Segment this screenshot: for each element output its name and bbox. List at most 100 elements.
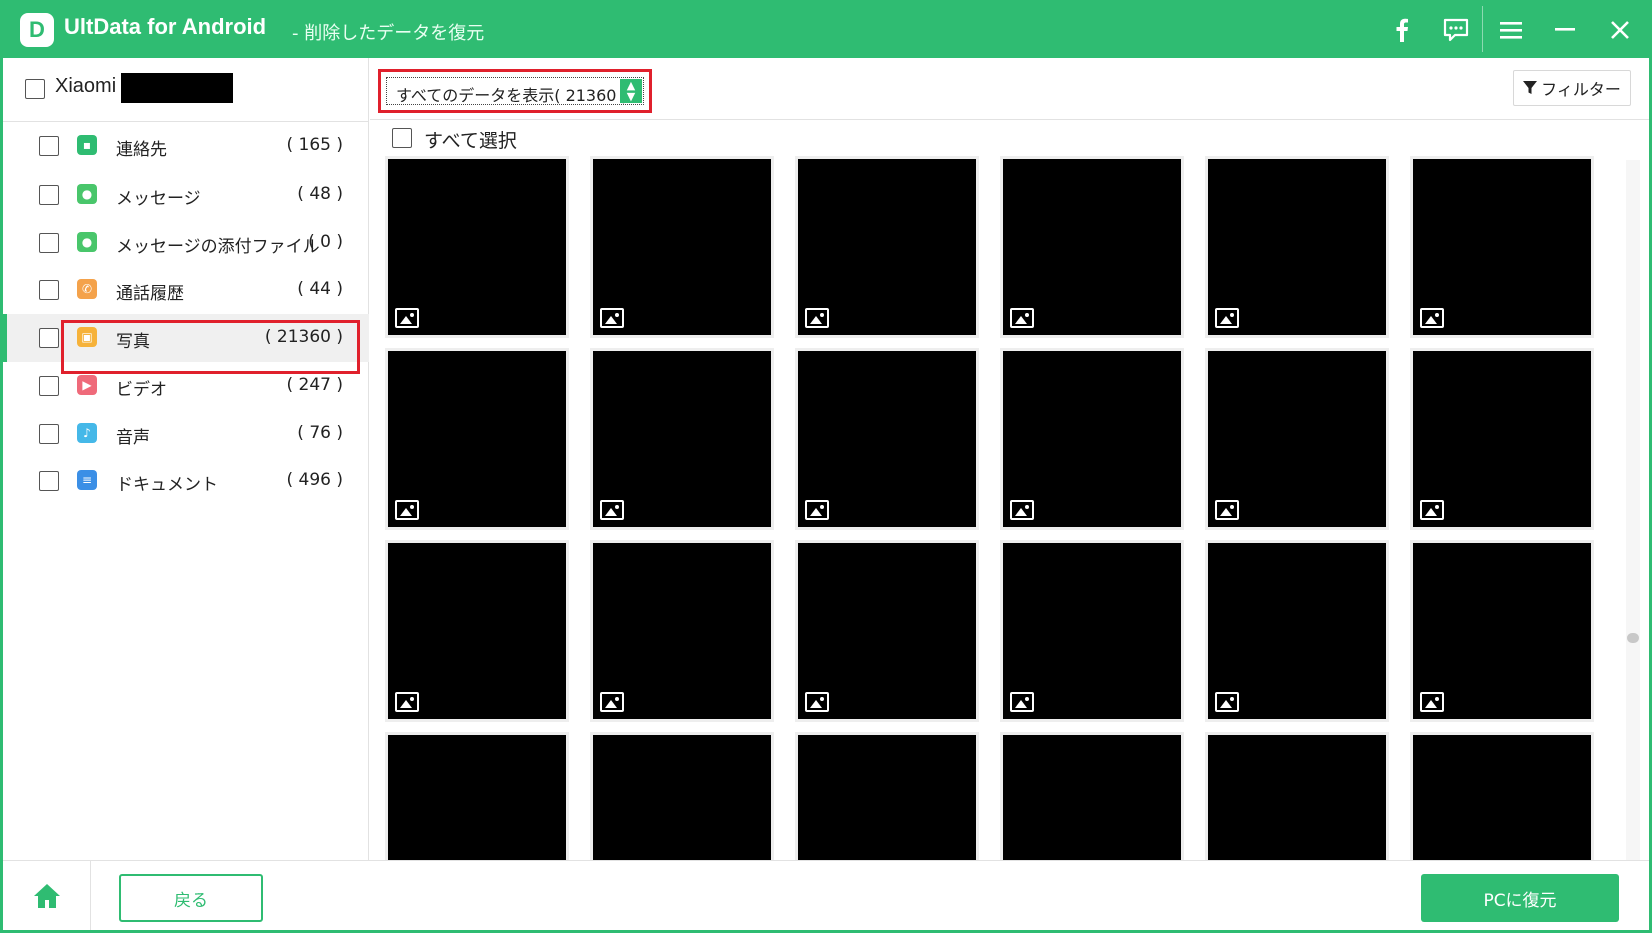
redacted-device-model bbox=[121, 73, 233, 103]
photo-thumbnail[interactable] bbox=[1000, 156, 1184, 338]
scrollbar-thumb[interactable] bbox=[1627, 633, 1639, 643]
photo-thumbnail[interactable] bbox=[1410, 348, 1594, 530]
photo-thumbnail[interactable] bbox=[795, 540, 979, 722]
select-all-checkbox[interactable] bbox=[392, 128, 412, 148]
menu-icon[interactable] bbox=[1489, 8, 1533, 52]
minimize-icon[interactable] bbox=[1543, 8, 1587, 52]
window-subtitle: - 削除したデータを復元 bbox=[292, 23, 485, 44]
image-icon bbox=[805, 500, 829, 520]
home-button[interactable] bbox=[3, 861, 91, 931]
device-row: Xiaomi bbox=[3, 58, 369, 122]
image-icon bbox=[395, 692, 419, 712]
contacts-icon: ▪ bbox=[77, 135, 97, 155]
photo-thumbnail[interactable] bbox=[795, 732, 979, 860]
photo-thumbnail[interactable] bbox=[590, 732, 774, 860]
filter-label: フィルター bbox=[1541, 80, 1621, 99]
category-item[interactable]: ● メッセージの添付ファイル( 0 ) bbox=[3, 219, 369, 267]
photo-thumbnail[interactable] bbox=[590, 156, 774, 338]
category-item[interactable]: ● メッセージ ( 48 ) bbox=[3, 171, 369, 219]
photo-thumbnail[interactable] bbox=[1205, 348, 1389, 530]
attachment-icon: ● bbox=[77, 232, 97, 252]
category-item[interactable]: ▪ 連絡先 ( 165 ) bbox=[3, 122, 369, 170]
window-border-left bbox=[0, 58, 3, 933]
image-icon bbox=[805, 692, 829, 712]
category-checkbox[interactable] bbox=[39, 136, 59, 156]
category-label: メッセージ bbox=[116, 189, 201, 209]
photo-thumbnail[interactable] bbox=[795, 348, 979, 530]
category-label: 通話履歴 bbox=[116, 284, 184, 304]
filter-icon bbox=[1523, 81, 1538, 94]
category-sidebar: Xiaomi ▪ 連絡先 ( 165 ) ● メッセージ ( 48 ) ● メッセージの添付フ… bbox=[3, 58, 369, 860]
photo-category-highlight bbox=[61, 320, 360, 374]
feedback-icon[interactable] bbox=[1434, 8, 1478, 52]
category-label: 音声 bbox=[116, 428, 150, 448]
category-label: ビデオ bbox=[116, 380, 167, 400]
view-select[interactable]: すべてのデータを表示( 21360 ) ▲ ▼ bbox=[386, 77, 644, 105]
category-count: ( 76 ) bbox=[297, 423, 343, 443]
image-icon bbox=[805, 308, 829, 328]
device-name: Xiaomi bbox=[55, 75, 117, 97]
photo-thumbnail[interactable] bbox=[385, 348, 569, 530]
image-icon bbox=[1420, 308, 1444, 328]
facebook-icon[interactable] bbox=[1380, 8, 1424, 52]
photo-thumbnail[interactable] bbox=[590, 540, 774, 722]
app-logo: D bbox=[20, 13, 54, 47]
photo-thumbnail[interactable] bbox=[1205, 540, 1389, 722]
category-item[interactable]: ≡ ドキュメント ( 496 ) bbox=[3, 457, 369, 505]
select-all-label[interactable]: すべて選択 bbox=[424, 126, 517, 153]
photo-thumbnail[interactable] bbox=[1205, 732, 1389, 860]
photo-thumbnail[interactable] bbox=[1410, 156, 1594, 338]
image-icon bbox=[1420, 500, 1444, 520]
image-icon bbox=[1215, 308, 1239, 328]
image-icon bbox=[1010, 500, 1034, 520]
category-count: ( 496 ) bbox=[286, 470, 343, 490]
video-icon: ▶ bbox=[77, 375, 97, 395]
category-label: 連絡先 bbox=[116, 140, 167, 160]
category-label: ドキュメント bbox=[116, 475, 218, 495]
device-checkbox[interactable] bbox=[25, 79, 45, 99]
image-icon bbox=[600, 500, 624, 520]
close-icon[interactable] bbox=[1598, 8, 1642, 52]
photo-grid bbox=[385, 156, 1603, 860]
category-checkbox[interactable] bbox=[39, 376, 59, 396]
category-checkbox[interactable] bbox=[39, 280, 59, 300]
image-icon bbox=[600, 308, 624, 328]
photo-thumbnail[interactable] bbox=[385, 732, 569, 860]
photo-thumbnail[interactable] bbox=[1000, 732, 1184, 860]
app-name: UltData for Android bbox=[64, 14, 267, 39]
view-select-value: すべてのデータを表示( 21360 ) bbox=[396, 86, 628, 105]
image-icon bbox=[600, 692, 624, 712]
photo-thumbnail[interactable] bbox=[1000, 540, 1184, 722]
category-item[interactable]: ✆ 通話履歴 ( 44 ) bbox=[3, 266, 369, 314]
filter-button[interactable]: フィルター bbox=[1513, 70, 1631, 106]
message-icon: ● bbox=[77, 184, 97, 204]
select-arrows-icon[interactable]: ▲ ▼ bbox=[620, 79, 642, 103]
back-button[interactable]: 戻る bbox=[119, 874, 263, 922]
footer-bar: 戻る PCに復元 bbox=[3, 860, 1649, 931]
title-bar: D UltData for Android - 削除したデータを復元 bbox=[0, 0, 1652, 58]
photo-thumbnail[interactable] bbox=[385, 156, 569, 338]
photo-thumbnail[interactable] bbox=[385, 540, 569, 722]
photo-thumbnail[interactable] bbox=[1410, 540, 1594, 722]
grid-scrollbar[interactable] bbox=[1626, 160, 1640, 860]
category-checkbox[interactable] bbox=[39, 233, 59, 253]
image-icon bbox=[1215, 692, 1239, 712]
category-checkbox[interactable] bbox=[39, 424, 59, 444]
category-checkbox[interactable] bbox=[39, 328, 59, 348]
recover-to-pc-button[interactable]: PCに復元 bbox=[1421, 874, 1619, 922]
image-icon bbox=[1010, 308, 1034, 328]
category-count: ( 48 ) bbox=[297, 184, 343, 204]
photo-thumbnail[interactable] bbox=[590, 348, 774, 530]
image-icon bbox=[395, 308, 419, 328]
photo-thumbnail[interactable] bbox=[1205, 156, 1389, 338]
photo-thumbnail[interactable] bbox=[1000, 348, 1184, 530]
category-item[interactable]: ♪ 音声 ( 76 ) bbox=[3, 410, 369, 458]
photo-thumbnail[interactable] bbox=[795, 156, 979, 338]
category-checkbox[interactable] bbox=[39, 471, 59, 491]
category-count: ( 44 ) bbox=[297, 279, 343, 299]
category-checkbox[interactable] bbox=[39, 185, 59, 205]
category-count: ( 0 ) bbox=[308, 232, 343, 252]
document-icon: ≡ bbox=[77, 470, 97, 490]
content-toolbar: すべてのデータを表示( 21360 ) ▲ ▼ フィルター bbox=[370, 58, 1649, 120]
photo-thumbnail[interactable] bbox=[1410, 732, 1594, 860]
